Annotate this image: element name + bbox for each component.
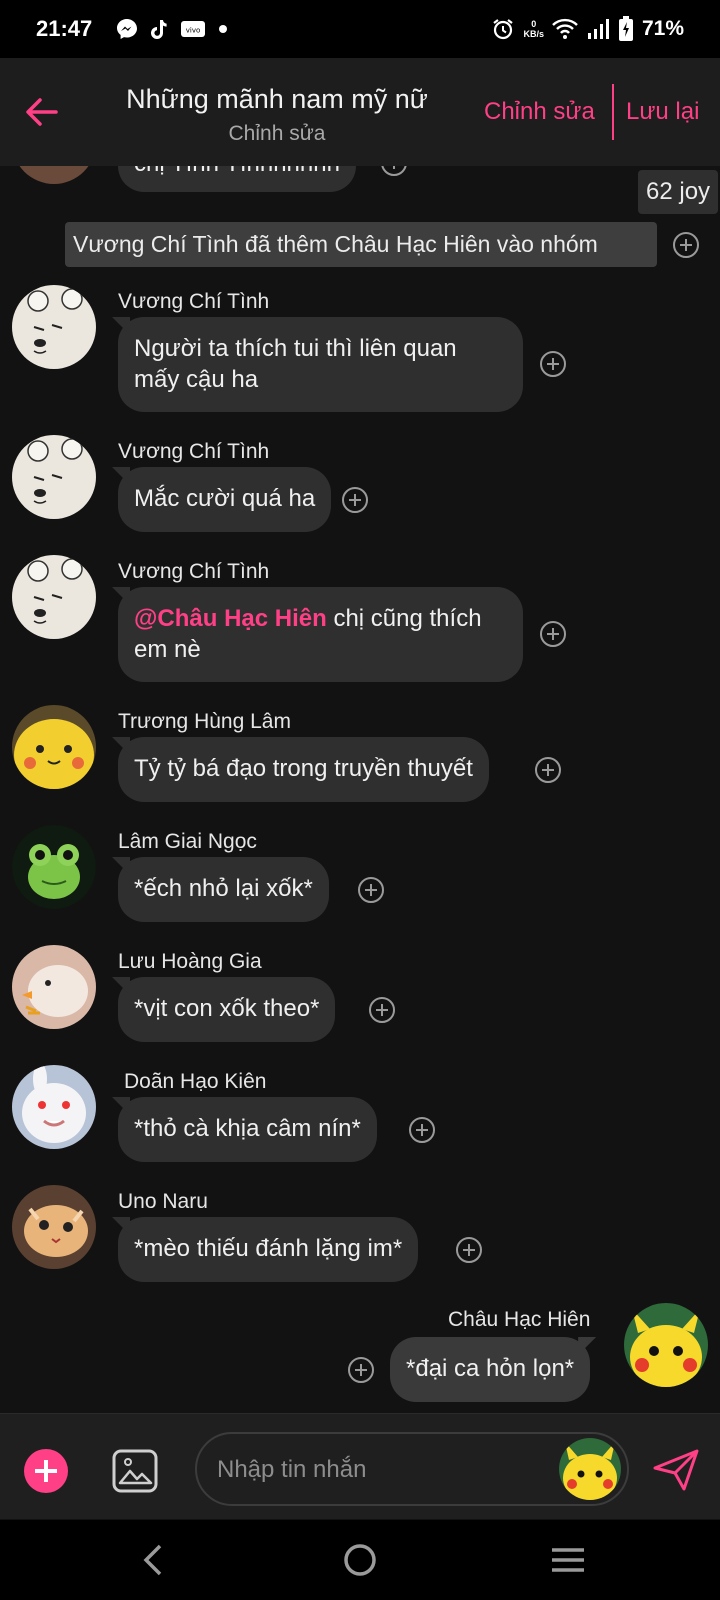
mention-link[interactable]: @Châu Hạc Hiên [134, 605, 327, 632]
alarm-icon [493, 19, 514, 40]
header-divider [612, 84, 614, 140]
sender-name: Vương Chí Tình [118, 440, 270, 463]
react-plus-icon[interactable] [358, 877, 384, 903]
message-bubble[interactable]: *ếch nhỏ lại xốk* [118, 857, 329, 922]
react-plus-icon[interactable] [540, 621, 566, 647]
white-bear-avatar[interactable] [12, 435, 96, 519]
message-bubble[interactable]: @Châu Hạc Hiên chị cũng thích em nè [118, 587, 523, 682]
sender-name: Doãn Hạo Kiên [124, 1070, 267, 1093]
sender-name: Lưu Hoàng Gia [118, 950, 262, 973]
battery-percent: 71% [641, 17, 684, 40]
nav-menu-icon[interactable] [548, 1540, 588, 1580]
edit-button[interactable]: Chỉnh sửa [484, 98, 595, 126]
react-plus-icon[interactable] [673, 232, 699, 258]
group-subtitle: Chỉnh sửa [228, 122, 326, 145]
dot-icon [219, 25, 227, 33]
wifi-icon [552, 18, 578, 39]
react-plus-icon[interactable] [456, 1237, 482, 1263]
vivo-icon: vivo [181, 21, 205, 37]
tiktok-icon [151, 20, 167, 39]
status-time: 21:47 [36, 16, 93, 41]
message-bubble[interactable]: *vịt con xốk theo* [118, 977, 336, 1042]
system-nav-bar [0, 1520, 720, 1600]
reaction-count-tag: 62 joy [638, 170, 719, 214]
message-composer: Nhập tin nhắn [0, 1413, 720, 1519]
add-attachment-button[interactable] [24, 1449, 68, 1493]
white-bear-avatar[interactable] [12, 555, 96, 639]
save-button[interactable]: Lưu lại [626, 98, 699, 126]
message-bubble[interactable]: *thỏ cà khịa câm nín* [118, 1097, 377, 1162]
message-input-placeholder: Nhập tin nhắn [217, 1456, 367, 1483]
nav-home-icon[interactable] [340, 1540, 380, 1580]
pikachu-avatar[interactable] [624, 1303, 708, 1387]
message-bubble[interactable]: Mắc cười quá ha [118, 467, 332, 532]
svg-text:vivo: vivo [186, 27, 201, 35]
sender-name: Trương Hùng Lâm [118, 710, 291, 733]
message-bubble[interactable]: *đại ca hỏn lọn* [390, 1337, 591, 1402]
battery-charging-icon [618, 16, 633, 41]
group-title: Những mãnh nam mỹ nữ [126, 84, 428, 114]
send-icon[interactable] [652, 1448, 700, 1492]
white-rabbit-avatar[interactable] [12, 1065, 96, 1149]
pikachu-plush-avatar[interactable] [12, 705, 96, 789]
status-right: 0 KB/s 71% [491, 15, 684, 43]
kitten-avatar[interactable] [12, 1185, 96, 1269]
react-plus-icon[interactable] [348, 1357, 374, 1383]
image-picker-icon[interactable] [112, 1449, 158, 1493]
react-plus-icon[interactable] [342, 487, 368, 513]
back-arrow-icon[interactable] [22, 92, 62, 132]
react-plus-icon[interactable] [409, 1117, 435, 1143]
net-speed: 0 KB/s [523, 19, 544, 39]
pikachu-avatar[interactable] [559, 1438, 621, 1500]
message-bubble[interactable]: *mèo thiếu đánh lặng im* [118, 1217, 419, 1282]
duck-avatar[interactable] [12, 945, 96, 1029]
sender-name: Uno Naru [118, 1190, 208, 1213]
sender-name: Châu Hạc Hiên [448, 1308, 591, 1331]
system-note: Vương Chí Tình đã thêm Châu Hạc Hiên vào… [65, 222, 657, 267]
sender-name: Vương Chí Tình [118, 290, 270, 313]
signal-icon [587, 19, 609, 39]
messenger-icon [117, 19, 137, 39]
status-bar: 21:47 vivo 0 KB/s 71% [0, 0, 720, 58]
react-plus-icon[interactable] [535, 757, 561, 783]
message-bubble[interactable]: Tỷ tỷ bá đạo trong truyền thuyết [118, 737, 489, 802]
sender-name: Vương Chí Tình [118, 560, 270, 583]
white-bear-avatar[interactable] [12, 285, 96, 369]
react-plus-icon[interactable] [369, 997, 395, 1023]
sender-name: Lâm Giai Ngọc [118, 830, 257, 853]
frog-avatar[interactable] [12, 825, 96, 909]
message-input[interactable]: Nhập tin nhắn [195, 1432, 629, 1506]
react-plus-icon[interactable] [540, 351, 566, 377]
nav-back-icon[interactable] [134, 1540, 174, 1580]
message-bubble[interactable]: Người ta thích tui thì liên quan mấy cậu… [118, 317, 523, 412]
chat-header: Những mãnh nam mỹ nữ Chỉnh sửa Chỉnh sửa… [0, 58, 720, 166]
